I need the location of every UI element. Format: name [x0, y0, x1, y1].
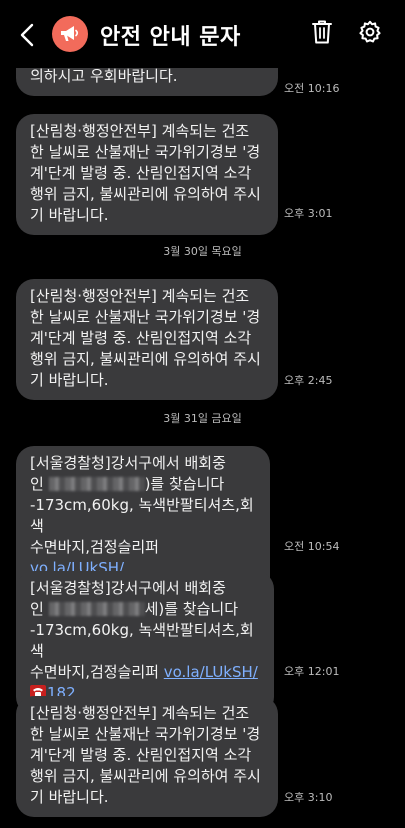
message-text: [산림청·행정안전부] 계속되는 건조 한 날씨로 산불재난 국가위기경보 '경… [30, 122, 261, 224]
message-line: 인 )를 찾습니다 [30, 474, 256, 495]
message-time: 오전 10:54 [284, 540, 340, 553]
page-title: 안전 안내 문자 [100, 25, 241, 50]
redacted-name [48, 602, 145, 616]
gear-icon [359, 20, 381, 43]
message-line-suffix: )를 찾습니다 [144, 475, 225, 493]
message-time: 오전 10:16 [284, 82, 340, 95]
redacted-name [48, 477, 145, 491]
message-time: 오후 3:10 [284, 791, 333, 804]
message-text: 의하시고 우회바랍니다. [30, 67, 178, 85]
message-time: 오후 3:01 [284, 207, 333, 220]
message-line-prefix: 수면바지,검정슬리퍼 [30, 663, 164, 681]
message-text: [산림청·행정안전부] 계속되는 건조 한 날씨로 산불재난 국가위기경보 '경… [30, 704, 261, 806]
message-line-prefix: 인 [30, 600, 49, 618]
message-line: [서울경찰청]강서구에서 배회중 [30, 579, 226, 597]
date-separator: 3월 30일 목요일 [163, 245, 242, 258]
message-line-prefix: 수면바지,검정슬리퍼 [30, 538, 159, 556]
message-text: [산림청·행정안전부] 계속되는 건조 한 날씨로 산불재난 국가위기경보 '경… [30, 287, 261, 389]
delete-button[interactable] [308, 17, 336, 47]
message-line: -173cm,60kg, 녹색반팔티셔츠,회색 [30, 621, 254, 660]
message-bubble[interactable]: [산림청·행정안전부] 계속되는 건조 한 날씨로 산불재난 국가위기경보 '경… [16, 114, 278, 235]
app-header: 안전 안내 문자 [0, 0, 405, 68]
message-bubble[interactable]: [서울경찰청]강서구에서 배회중 인 세)를 찾습니다 -173cm,60kg,… [16, 571, 274, 715]
message-line: [서울경찰청]강서구에서 배회중 [30, 454, 226, 472]
trash-icon [312, 20, 332, 44]
message-line: 인 세)를 찾습니다 [30, 599, 260, 620]
message-line-suffix: 세)를 찾습니다 [144, 600, 238, 618]
message-bubble[interactable]: [산림청·행정안전부] 계속되는 건조 한 날씨로 산불재난 국가위기경보 '경… [16, 279, 278, 400]
settings-button[interactable] [356, 17, 384, 47]
message-time: 오후 12:01 [284, 665, 340, 678]
message-line-prefix: 인 [30, 475, 49, 493]
megaphone-icon [61, 26, 79, 41]
back-button[interactable] [12, 18, 42, 52]
date-separator: 3월 31일 금요일 [163, 412, 242, 425]
message-line: 수면바지,검정슬리퍼 vo.la/LUkSH/ [30, 662, 260, 683]
back-arrow-icon [20, 23, 34, 47]
avatar[interactable] [52, 16, 88, 52]
message-bubble[interactable]: [산림청·행정안전부] 계속되는 건조 한 날씨로 산불재난 국가위기경보 '경… [16, 696, 278, 817]
message-link[interactable]: vo.la/LUkSH/ [164, 663, 258, 681]
message-line: -173cm,60kg, 녹색반팔티셔츠,회색 [30, 496, 254, 535]
message-time: 오후 2:45 [284, 374, 333, 387]
